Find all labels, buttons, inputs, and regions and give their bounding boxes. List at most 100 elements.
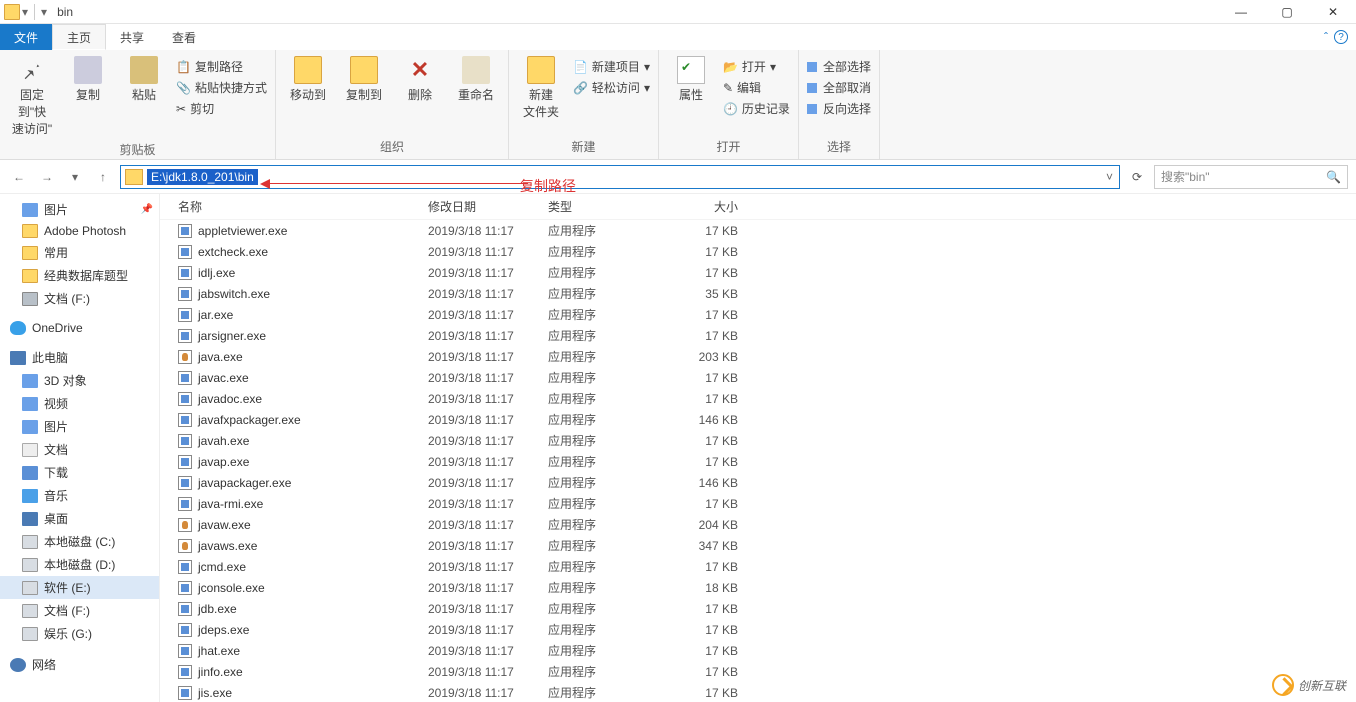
new-folder-button[interactable]: 新建 文件夹 bbox=[517, 54, 565, 122]
sidebar-item-network[interactable]: 网络 bbox=[0, 653, 159, 676]
file-row[interactable]: javaw.exe2019/3/18 11:17应用程序204 KB bbox=[160, 514, 1356, 535]
file-row[interactable]: javah.exe2019/3/18 11:17应用程序17 KB bbox=[160, 430, 1356, 451]
help-icon[interactable]: ? bbox=[1334, 30, 1348, 44]
rename-button[interactable]: 重命名 bbox=[452, 54, 500, 105]
copy-path-button[interactable]: 📋复制路径 bbox=[176, 58, 267, 75]
column-headers[interactable]: 名称 修改日期 类型 大小 bbox=[160, 194, 1356, 220]
file-row[interactable]: idlj.exe2019/3/18 11:17应用程序17 KB bbox=[160, 262, 1356, 283]
history-button[interactable]: 🕘历史记录 bbox=[723, 100, 790, 117]
sidebar-item-downloads[interactable]: 下载 bbox=[0, 461, 159, 484]
up-button[interactable]: ↑ bbox=[92, 166, 114, 188]
minimize-button[interactable]: — bbox=[1218, 0, 1264, 24]
file-tab[interactable]: 文件 bbox=[0, 24, 52, 50]
recent-dropdown[interactable]: ▾ bbox=[64, 166, 86, 188]
col-size[interactable]: 大小 bbox=[668, 198, 738, 215]
file-row[interactable]: jcmd.exe2019/3/18 11:17应用程序17 KB bbox=[160, 556, 1356, 577]
refresh-button[interactable]: ⟳ bbox=[1126, 166, 1148, 188]
file-type: 应用程序 bbox=[548, 306, 668, 323]
close-button[interactable]: ✕ bbox=[1310, 0, 1356, 24]
file-row[interactable]: jdb.exe2019/3/18 11:17应用程序17 KB bbox=[160, 598, 1356, 619]
navigation-pane: 图片📌 Adobe Photosh 常用 经典数据库题型 文档 (F:) One… bbox=[0, 194, 160, 702]
file-row[interactable]: java-rmi.exe2019/3/18 11:17应用程序17 KB bbox=[160, 493, 1356, 514]
sidebar-item-pictures2[interactable]: 图片 bbox=[0, 415, 159, 438]
move-to-button[interactable]: 移动到 bbox=[284, 54, 332, 105]
share-tab[interactable]: 共享 bbox=[106, 24, 158, 50]
file-row[interactable]: javadoc.exe2019/3/18 11:17应用程序17 KB bbox=[160, 388, 1356, 409]
copy-button[interactable]: 复制 bbox=[64, 54, 112, 105]
file-row[interactable]: jarsigner.exe2019/3/18 11:17应用程序17 KB bbox=[160, 325, 1356, 346]
pin-to-quick-access-button[interactable]: 固定到"快 速访问" bbox=[8, 54, 56, 139]
address-dropdown-icon[interactable]: ˅ bbox=[1100, 170, 1119, 184]
home-tab[interactable]: 主页 bbox=[52, 24, 106, 50]
sidebar-item-disk-e[interactable]: 软件 (E:) bbox=[0, 576, 159, 599]
file-row[interactable]: java.exe2019/3/18 11:17应用程序203 KB bbox=[160, 346, 1356, 367]
file-row[interactable]: javap.exe2019/3/18 11:17应用程序17 KB bbox=[160, 451, 1356, 472]
sidebar-item-disk-d[interactable]: 本地磁盘 (D:) bbox=[0, 553, 159, 576]
ribbon-help[interactable]: ˆ ? bbox=[1316, 24, 1356, 50]
file-row[interactable]: jinfo.exe2019/3/18 11:17应用程序17 KB bbox=[160, 661, 1356, 682]
properties-button[interactable]: 属性 bbox=[667, 54, 715, 105]
sidebar-item-db[interactable]: 经典数据库题型 bbox=[0, 264, 159, 287]
file-date: 2019/3/18 11:17 bbox=[428, 539, 548, 553]
sidebar-item-common[interactable]: 常用 bbox=[0, 241, 159, 264]
file-row[interactable]: javapackager.exe2019/3/18 11:17应用程序146 K… bbox=[160, 472, 1356, 493]
file-row[interactable]: extcheck.exe2019/3/18 11:17应用程序17 KB bbox=[160, 241, 1356, 262]
sidebar-item-desktop[interactable]: 桌面 bbox=[0, 507, 159, 530]
col-name[interactable]: 名称 bbox=[168, 198, 428, 215]
file-row[interactable]: appletviewer.exe2019/3/18 11:17应用程序17 KB bbox=[160, 220, 1356, 241]
file-date: 2019/3/18 11:17 bbox=[428, 623, 548, 637]
sidebar-item-documents[interactable]: 文档 bbox=[0, 438, 159, 461]
clipboard-group: 固定到"快 速访问" 复制 粘贴 📋复制路径 📎粘贴快捷方式 ✂剪切 剪贴板 bbox=[0, 50, 276, 159]
invert-selection-button[interactable]: 反向选择 bbox=[807, 100, 871, 117]
sidebar-item-music[interactable]: 音乐 bbox=[0, 484, 159, 507]
back-button[interactable]: ← bbox=[8, 166, 30, 188]
paste-shortcut-button[interactable]: 📎粘贴快捷方式 bbox=[176, 79, 267, 96]
file-size: 35 KB bbox=[668, 287, 738, 301]
delete-button[interactable]: ✕删除 bbox=[396, 54, 444, 105]
watermark: 创新互联 bbox=[1272, 674, 1346, 696]
sidebar-item-pictures[interactable]: 图片📌 bbox=[0, 198, 159, 221]
open-button[interactable]: 📂打开▾ bbox=[723, 58, 790, 75]
sidebar-item-docs-f[interactable]: 文档 (F:) bbox=[0, 287, 159, 310]
sidebar-item-3d[interactable]: 3D 对象 bbox=[0, 369, 159, 392]
view-tab[interactable]: 查看 bbox=[158, 24, 210, 50]
sidebar-item-this-pc[interactable]: 此电脑 bbox=[0, 346, 159, 369]
new-item-button[interactable]: 📄新建项目▾ bbox=[573, 58, 650, 75]
sidebar-item-disk-c[interactable]: 本地磁盘 (C:) bbox=[0, 530, 159, 553]
address-path[interactable]: E:\jdk1.8.0_201\bin bbox=[147, 169, 258, 185]
file-row[interactable]: javac.exe2019/3/18 11:17应用程序17 KB bbox=[160, 367, 1356, 388]
forward-button[interactable]: → bbox=[36, 166, 58, 188]
sidebar-item-disk-f[interactable]: 文档 (F:) bbox=[0, 599, 159, 622]
select-all-button[interactable]: 全部选择 bbox=[807, 58, 871, 75]
file-row[interactable]: javafxpackager.exe2019/3/18 11:17应用程序146… bbox=[160, 409, 1356, 430]
paste-button[interactable]: 粘贴 bbox=[120, 54, 168, 105]
file-row[interactable]: javaws.exe2019/3/18 11:17应用程序347 KB bbox=[160, 535, 1356, 556]
file-type: 应用程序 bbox=[548, 642, 668, 659]
open-group: 属性 📂打开▾ ✎编辑 🕘历史记录 打开 bbox=[659, 50, 799, 159]
file-row[interactable]: jar.exe2019/3/18 11:17应用程序17 KB bbox=[160, 304, 1356, 325]
maximize-button[interactable]: ▢ bbox=[1264, 0, 1310, 24]
file-size: 17 KB bbox=[668, 602, 738, 616]
overflow-icon[interactable]: ▾ bbox=[41, 5, 47, 19]
file-row[interactable]: jdeps.exe2019/3/18 11:17应用程序17 KB bbox=[160, 619, 1356, 640]
col-modified[interactable]: 修改日期 bbox=[428, 198, 548, 215]
copy-to-button[interactable]: 复制到 bbox=[340, 54, 388, 105]
qat-dropdown-icon[interactable]: ▾ bbox=[22, 5, 28, 19]
search-box[interactable]: 搜索"bin" 🔍 bbox=[1154, 165, 1348, 189]
sidebar-item-onedrive[interactable]: OneDrive bbox=[0, 318, 159, 338]
sidebar-item-disk-g[interactable]: 娱乐 (G:) bbox=[0, 622, 159, 645]
address-bar[interactable]: E:\jdk1.8.0_201\bin ˅ bbox=[120, 165, 1120, 189]
folder-icon bbox=[22, 246, 38, 260]
search-icon[interactable]: 🔍 bbox=[1326, 170, 1341, 184]
cut-button[interactable]: ✂剪切 bbox=[176, 100, 267, 117]
file-row[interactable]: jconsole.exe2019/3/18 11:17应用程序18 KB bbox=[160, 577, 1356, 598]
easy-access-button[interactable]: 🔗轻松访问▾ bbox=[573, 79, 650, 96]
sidebar-item-adobe[interactable]: Adobe Photosh bbox=[0, 221, 159, 241]
edit-button[interactable]: ✎编辑 bbox=[723, 79, 790, 96]
col-type[interactable]: 类型 bbox=[548, 198, 668, 215]
file-row[interactable]: jhat.exe2019/3/18 11:17应用程序17 KB bbox=[160, 640, 1356, 661]
file-row[interactable]: jabswitch.exe2019/3/18 11:17应用程序35 KB bbox=[160, 283, 1356, 304]
select-none-button[interactable]: 全部取消 bbox=[807, 79, 871, 96]
sidebar-item-videos[interactable]: 视频 bbox=[0, 392, 159, 415]
file-row[interactable]: jis.exe2019/3/18 11:17应用程序17 KB bbox=[160, 682, 1356, 702]
